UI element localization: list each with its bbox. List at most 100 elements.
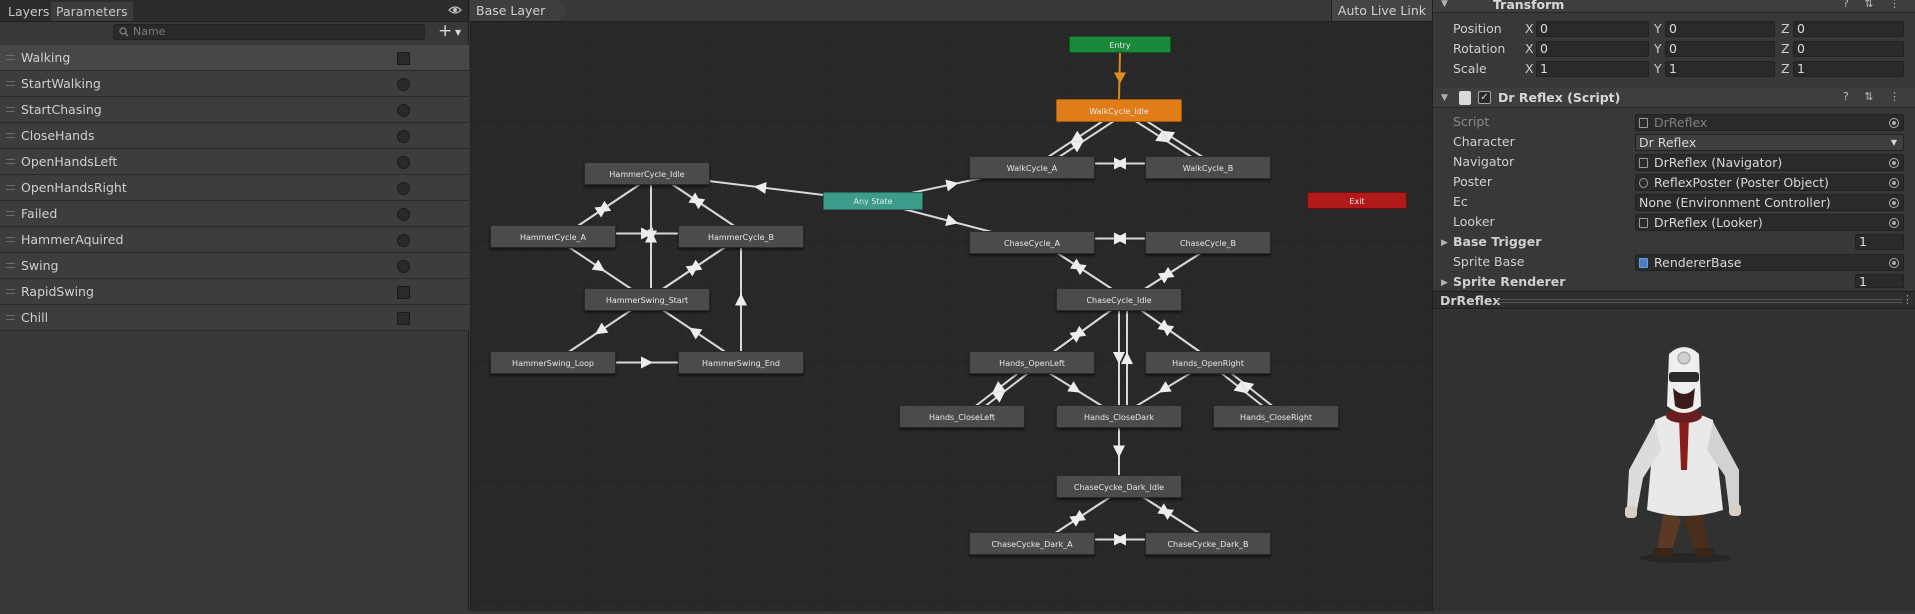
state-node-chase-idle[interactable]: ChaseCycle_Idle: [1056, 288, 1182, 311]
transform-header[interactable]: ▼ Transform ? ⇅ ⋮: [1433, 0, 1915, 13]
auto-live-link-button[interactable]: Auto Live Link: [1330, 0, 1432, 21]
trigger-toggle[interactable]: [397, 234, 410, 247]
fold-arrow-icon[interactable]: ▼: [1441, 0, 1448, 9]
parameter-name[interactable]: CloseHands: [21, 123, 94, 149]
sprite-renderer-label[interactable]: Sprite Renderer: [1453, 274, 1565, 289]
fold-arrow-icon[interactable]: ▼: [1441, 93, 1448, 103]
x-field[interactable]: 0: [1536, 21, 1649, 37]
parameter-row[interactable]: OpenHandsRight: [0, 175, 469, 201]
parameter-row[interactable]: Walking: [0, 45, 469, 71]
base-trigger-label[interactable]: Base Trigger: [1453, 234, 1541, 249]
parameter-row[interactable]: OpenHandsLeft: [0, 149, 469, 175]
z-field[interactable]: 1: [1793, 61, 1904, 77]
poster-field[interactable]: ReflexPoster (Poster Object): [1635, 174, 1904, 191]
tab-parameters[interactable]: Parameters: [51, 2, 133, 21]
bool-checkbox[interactable]: [397, 312, 410, 325]
parameter-row[interactable]: Failed: [0, 201, 469, 227]
parameter-row[interactable]: StartWalking: [0, 71, 469, 97]
parameter-name[interactable]: Chill: [21, 305, 48, 331]
state-node-dark-a[interactable]: ChaseCycke_Dark_A: [969, 532, 1095, 555]
state-node-entry[interactable]: Entry: [1069, 36, 1171, 53]
state-node-dark-b[interactable]: ChaseCycke_Dark_B: [1145, 532, 1271, 555]
sprite-renderer-size[interactable]: 1: [1855, 274, 1904, 288]
navigator-field[interactable]: DrReflex (Navigator): [1635, 154, 1904, 171]
state-node-hammer-b[interactable]: HammerCycle_B: [678, 225, 804, 248]
parameter-name[interactable]: StartWalking: [21, 71, 101, 97]
eye-icon[interactable]: [448, 5, 462, 15]
component-menu-icon[interactable]: ? ⇅ ⋮: [1843, 0, 1906, 10]
trigger-toggle[interactable]: [397, 260, 410, 273]
state-node-swing-loop[interactable]: HammerSwing_Loop: [490, 351, 616, 374]
trigger-toggle[interactable]: [397, 182, 410, 195]
z-field[interactable]: 0: [1793, 21, 1904, 37]
drag-handle-icon[interactable]: [6, 289, 15, 294]
y-axis-label[interactable]: Y: [1654, 21, 1662, 36]
parameter-row[interactable]: Chill: [0, 305, 469, 331]
trigger-toggle[interactable]: [397, 78, 410, 91]
x-axis-label[interactable]: X: [1525, 41, 1534, 56]
parameter-name[interactable]: Walking: [21, 45, 70, 71]
parameter-name[interactable]: HammerAquired: [21, 227, 123, 253]
x-field[interactable]: 0: [1536, 41, 1649, 57]
bool-checkbox[interactable]: [397, 52, 410, 65]
parameter-name[interactable]: Failed: [21, 201, 57, 227]
state-node-walk-a[interactable]: WalkCycle_A: [969, 156, 1095, 179]
parameter-row[interactable]: CloseHands: [0, 123, 469, 149]
state-node-hammer-a[interactable]: HammerCycle_A: [490, 225, 616, 248]
parameter-row[interactable]: HammerAquired: [0, 227, 469, 253]
parameter-name[interactable]: RapidSwing: [21, 279, 94, 305]
script-header[interactable]: ▼ ✓ Dr Reflex (Script) ? ⇅ ⋮: [1433, 88, 1915, 108]
state-node-walk-idle[interactable]: WalkCycle_Idle: [1056, 99, 1182, 122]
drag-handle-icon[interactable]: [6, 263, 15, 268]
state-node-swing-start[interactable]: HammerSwing_Start: [584, 288, 710, 311]
state-node-dark-idle[interactable]: ChaseCycke_Dark_Idle: [1056, 475, 1182, 498]
add-parameter-button[interactable]: +: [438, 23, 452, 40]
x-field[interactable]: 1: [1536, 61, 1649, 77]
state-node-open-left[interactable]: Hands_OpenLeft: [969, 351, 1095, 374]
z-axis-label[interactable]: Z: [1781, 41, 1790, 56]
state-node-swing-end[interactable]: HammerSwing_End: [678, 351, 804, 374]
search-input[interactable]: Name: [113, 24, 425, 40]
state-node-close-right[interactable]: Hands_CloseRight: [1213, 405, 1339, 428]
state-node-any-state[interactable]: Any State: [823, 192, 923, 210]
state-node-chase-b[interactable]: ChaseCycle_B: [1145, 231, 1271, 254]
more-menu-icon[interactable]: ⋮: [1902, 293, 1913, 306]
base-trigger-size[interactable]: 1: [1855, 234, 1904, 250]
state-node-close-left[interactable]: Hands_CloseLeft: [899, 405, 1025, 428]
breadcrumb[interactable]: Base Layer: [470, 0, 568, 21]
chevron-down-icon[interactable]: ▼: [455, 28, 461, 37]
drag-handle-icon[interactable]: [6, 211, 15, 216]
component-menu-icon[interactable]: ? ⇅ ⋮: [1843, 90, 1906, 103]
trigger-toggle[interactable]: [397, 130, 410, 143]
ec-field[interactable]: None (Environment Controller): [1635, 194, 1904, 211]
character-dropdown[interactable]: Dr Reflex ▼: [1635, 134, 1904, 151]
state-node-hammer-idle[interactable]: HammerCycle_Idle: [584, 162, 710, 185]
trigger-toggle[interactable]: [397, 104, 410, 117]
state-node-walk-b[interactable]: WalkCycle_B: [1145, 156, 1271, 179]
state-node-open-right[interactable]: Hands_OpenRight: [1145, 351, 1271, 374]
fold-arrow-icon[interactable]: ▶: [1441, 238, 1448, 248]
looker-field[interactable]: DrReflex (Looker): [1635, 214, 1904, 231]
x-axis-label[interactable]: X: [1525, 61, 1534, 76]
parameter-name[interactable]: Swing: [21, 253, 59, 279]
parameter-name[interactable]: StartChasing: [21, 97, 102, 123]
state-node-chase-a[interactable]: ChaseCycle_A: [969, 231, 1095, 254]
trigger-toggle[interactable]: [397, 208, 410, 221]
y-field[interactable]: 1: [1665, 61, 1775, 77]
y-axis-label[interactable]: Y: [1654, 61, 1662, 76]
trigger-toggle[interactable]: [397, 156, 410, 169]
sprite-base-field[interactable]: RendererBase: [1635, 254, 1904, 271]
drag-handle-icon[interactable]: [6, 159, 15, 164]
fold-arrow-icon[interactable]: ▶: [1441, 278, 1448, 288]
drag-handle-icon[interactable]: [6, 315, 15, 320]
enabled-checkbox[interactable]: ✓: [1478, 91, 1491, 104]
drag-handle-icon[interactable]: [6, 237, 15, 242]
parameter-row[interactable]: Swing: [0, 253, 469, 279]
parameter-row[interactable]: RapidSwing: [0, 279, 469, 305]
drag-handle-icon[interactable]: [6, 185, 15, 190]
z-axis-label[interactable]: Z: [1781, 61, 1790, 76]
y-field[interactable]: 0: [1665, 41, 1775, 57]
z-field[interactable]: 0: [1793, 41, 1904, 57]
state-node-exit[interactable]: Exit: [1307, 192, 1407, 209]
preview-drag-handle[interactable]: [1497, 299, 1902, 303]
